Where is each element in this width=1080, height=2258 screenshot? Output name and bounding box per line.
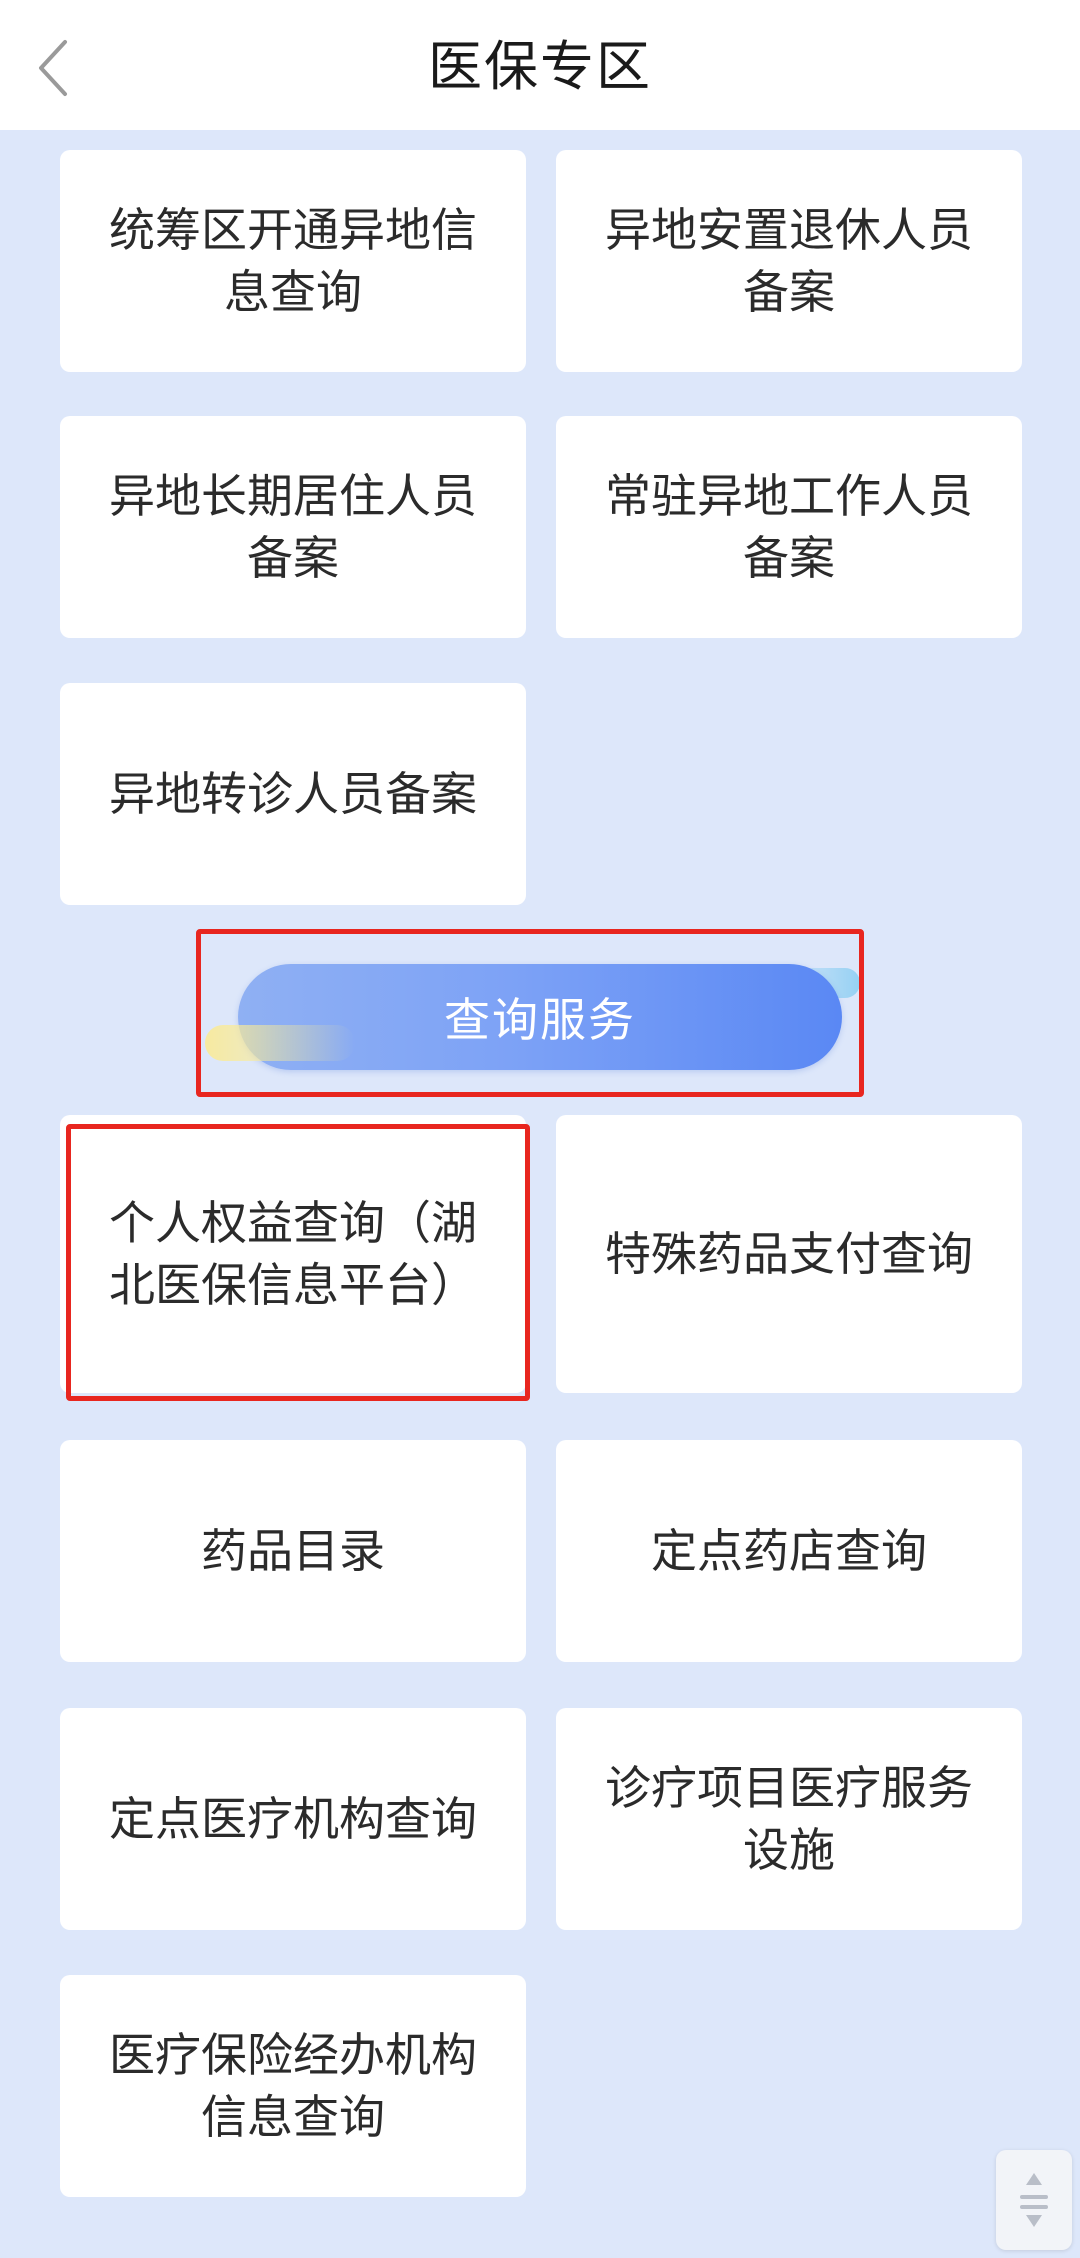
card-label: 常驻异地工作人员备案 xyxy=(605,469,973,585)
card-treatment-items-facilities[interactable]: 诊疗项目医疗服务设施 xyxy=(556,1708,1022,1930)
card-designated-pharmacy-query[interactable]: 定点药店查询 xyxy=(556,1440,1022,1662)
card-label: 异地转诊人员备案 xyxy=(109,767,477,821)
card-relocated-retiree-filing[interactable]: 异地安置退休人员备案 xyxy=(556,150,1022,372)
card-label: 统筹区开通异地信息查询 xyxy=(109,203,477,319)
card-label: 特殊药品支付查询 xyxy=(605,1227,973,1281)
card-resident-worker-filing[interactable]: 常驻异地工作人员备案 xyxy=(556,416,1022,638)
section-title: 查询服务 xyxy=(444,993,636,1047)
pill-decoration xyxy=(205,1025,355,1061)
card-label: 药品目录 xyxy=(201,1524,385,1578)
page-title: 医保专区 xyxy=(428,35,652,98)
card-drug-catalog[interactable]: 药品目录 xyxy=(60,1440,526,1662)
card-label: 异地安置退休人员备案 xyxy=(605,203,973,319)
card-referral-filing[interactable]: 异地转诊人员备案 xyxy=(60,683,526,905)
card-overseas-region-query[interactable]: 统筹区开通异地信息查询 xyxy=(60,150,526,372)
card-insurance-agency-query[interactable]: 医疗保险经办机构信息查询 xyxy=(60,1975,526,2197)
card-label: 医疗保险经办机构信息查询 xyxy=(109,2028,477,2144)
card-label: 个人权益查询（湖北医保信息平台） xyxy=(109,1196,477,1312)
card-label: 异地长期居住人员备案 xyxy=(109,469,477,585)
card-label: 定点医疗机构查询 xyxy=(109,1792,477,1846)
card-label: 诊疗项目医疗服务设施 xyxy=(605,1761,973,1877)
scroll-top-icon xyxy=(1020,2173,1048,2227)
top-nav-bar: 医保专区 xyxy=(0,0,1080,130)
card-personal-rights-query[interactable]: 个人权益查询（湖北医保信息平台） xyxy=(60,1115,526,1393)
card-label: 定点药店查询 xyxy=(651,1524,927,1578)
card-long-term-resident-filing[interactable]: 异地长期居住人员备案 xyxy=(60,416,526,638)
scroll-top-button[interactable] xyxy=(996,2150,1072,2250)
card-designated-medical-institution-query[interactable]: 定点医疗机构查询 xyxy=(60,1708,526,1930)
card-special-drug-payment-query[interactable]: 特殊药品支付查询 xyxy=(556,1115,1022,1393)
